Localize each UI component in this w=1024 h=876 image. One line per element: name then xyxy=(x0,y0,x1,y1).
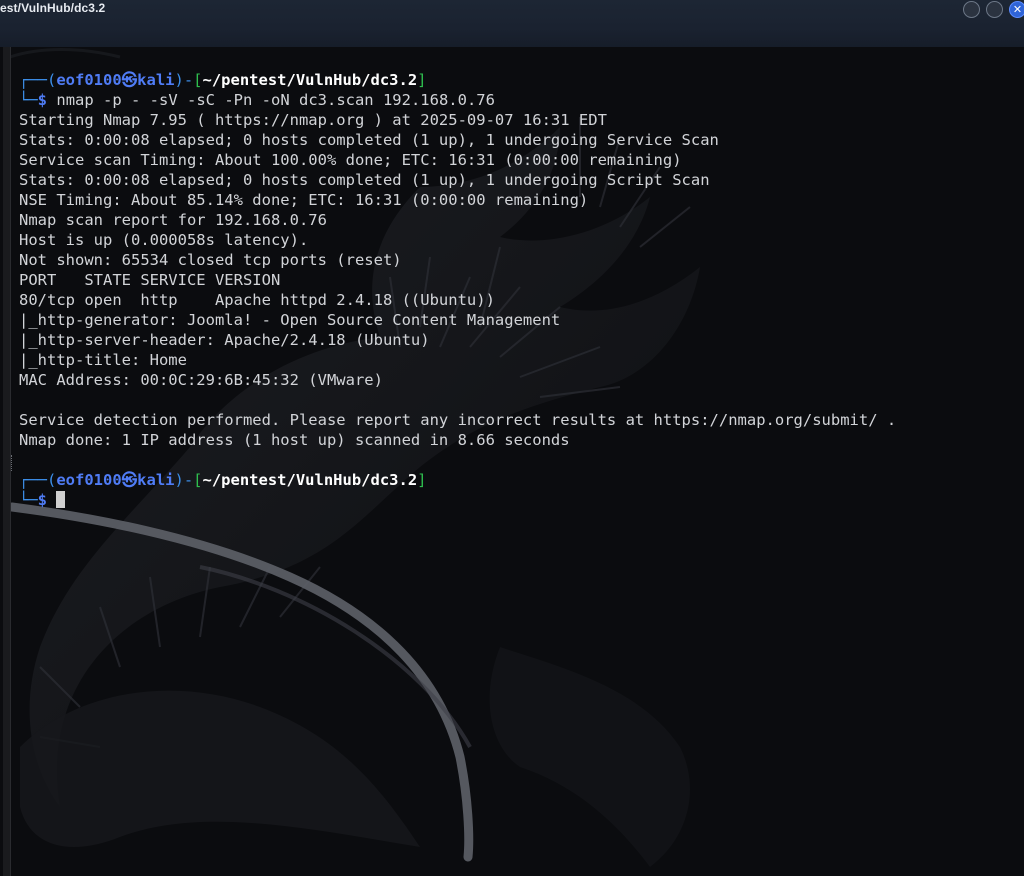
scroll-grip-icon[interactable] xyxy=(11,455,14,471)
close-button[interactable]: ✕ xyxy=(1009,1,1024,18)
output-line: NSE Timing: About 85.14% done; ETC: 16:3… xyxy=(19,191,589,209)
output-line: Starting Nmap 7.95 ( https://nmap.org ) … xyxy=(19,111,607,129)
title-bar[interactable]: est/VulnHub/dc3.2 ✕ xyxy=(0,0,1024,47)
terminal-area[interactable]: ┌──(eof0100㉿kali)-[~/pentest/VulnHub/dc3… xyxy=(0,47,1024,876)
prompt-symbol: $ xyxy=(37,491,48,509)
output-line: MAC Address: 00:0C:29:6B:45:32 (VMware) xyxy=(19,371,383,389)
output-line: Stats: 0:00:08 elapsed; 0 hosts complete… xyxy=(19,131,719,149)
output-line: Service detection performed. Please repo… xyxy=(19,411,897,429)
input-line[interactable]: └─$ xyxy=(19,490,66,510)
output-line: Stats: 0:00:08 elapsed; 0 hosts complete… xyxy=(19,171,710,189)
window-title: est/VulnHub/dc3.2 xyxy=(0,1,106,15)
maximize-button[interactable] xyxy=(986,1,1003,18)
output-line: |_http-generator: Joomla! - Open Source … xyxy=(19,311,561,329)
command-line: └─$ nmap -p - -sV -sC -Pn -oN dc3.scan 1… xyxy=(19,91,495,109)
prompt-host: kali xyxy=(137,471,175,489)
prompt-host: kali xyxy=(137,71,175,89)
output-line: Service scan Timing: About 100.00% done;… xyxy=(19,151,682,169)
prompt-user: eof0100 xyxy=(56,471,122,489)
prompt-path: ~/pentest/VulnHub/dc3.2 xyxy=(202,71,418,89)
text-cursor[interactable] xyxy=(56,491,66,508)
output-line: Nmap scan report for 192.168.0.76 xyxy=(19,211,327,229)
command-text: nmap -p - -sV -sC -Pn -oN dc3.scan 192.1… xyxy=(56,91,495,109)
prompt-line-2: ┌──(eof0100㉿kali)-[~/pentest/VulnHub/dc3… xyxy=(19,471,427,489)
minimize-button[interactable] xyxy=(963,1,980,18)
close-icon: ✕ xyxy=(1012,3,1023,16)
output-line: Host is up (0.000058s latency). xyxy=(19,231,309,249)
prompt-user: eof0100 xyxy=(56,71,122,89)
output-line: 80/tcp open http Apache httpd 2.4.18 ((U… xyxy=(19,291,495,309)
left-scrollbar[interactable] xyxy=(3,47,11,876)
output-line: |_http-title: Home xyxy=(19,351,187,369)
prompt-at-symbol: ㉿ xyxy=(121,471,138,489)
output-line: |_http-server-header: Apache/2.4.18 (Ubu… xyxy=(19,331,430,349)
prompt-line-1: ┌──(eof0100㉿kali)-[~/pentest/VulnHub/dc3… xyxy=(19,71,427,89)
prompt-symbol: $ xyxy=(37,91,48,109)
output-line: Nmap done: 1 IP address (1 host up) scan… xyxy=(19,431,570,449)
output-line: PORT STATE SERVICE VERSION xyxy=(19,271,281,289)
output-line: Not shown: 65534 closed tcp ports (reset… xyxy=(19,251,402,269)
prompt-path: ~/pentest/VulnHub/dc3.2 xyxy=(202,471,418,489)
prompt-at-symbol: ㉿ xyxy=(121,71,138,89)
terminal-window: est/VulnHub/dc3.2 ✕ ┌──(eof0100㉿kali)-[~… xyxy=(0,0,1024,876)
